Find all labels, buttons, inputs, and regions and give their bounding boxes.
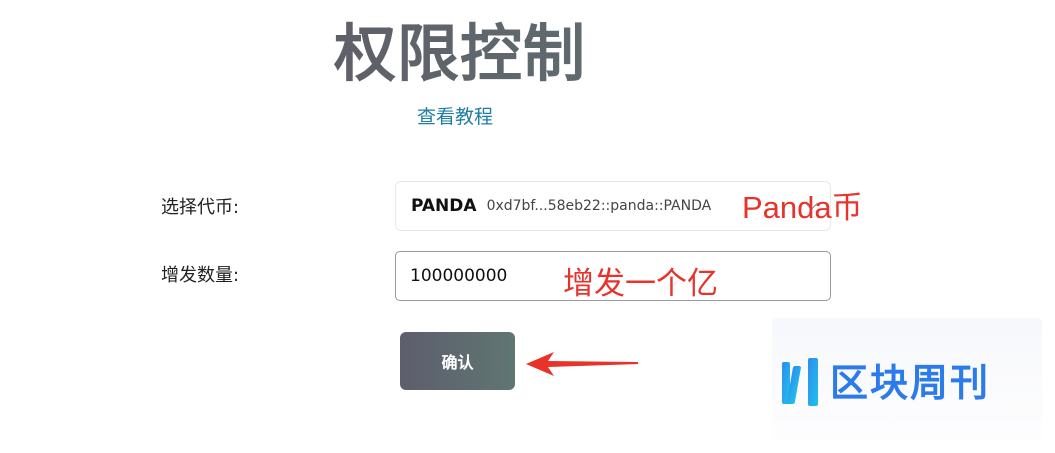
confirm-button[interactable]: 确认 (400, 332, 515, 390)
annotation-amount-note: 增发一个亿 (563, 266, 718, 301)
page: 权限控制 查看教程 选择代币: PANDA 0xd7bf...58eb22::p… (0, 0, 1055, 453)
view-tutorial-link[interactable]: 查看教程 (417, 104, 493, 130)
token-symbol: PANDA (411, 196, 477, 216)
token-select-label: 选择代币: (161, 197, 240, 218)
watermark-text: 区块周刊 (830, 361, 991, 405)
annotation-arrow-icon (526, 352, 638, 376)
watermark: 区块周刊 (772, 318, 1042, 440)
page-title: 权限控制 (334, 17, 587, 90)
annotation-token-note: Panda币 (742, 190, 863, 225)
watermark-logo-icon (782, 358, 818, 406)
token-address: 0xd7bf...58eb22::panda::PANDA (486, 198, 712, 214)
mint-amount-label: 增发数量: (161, 265, 240, 286)
